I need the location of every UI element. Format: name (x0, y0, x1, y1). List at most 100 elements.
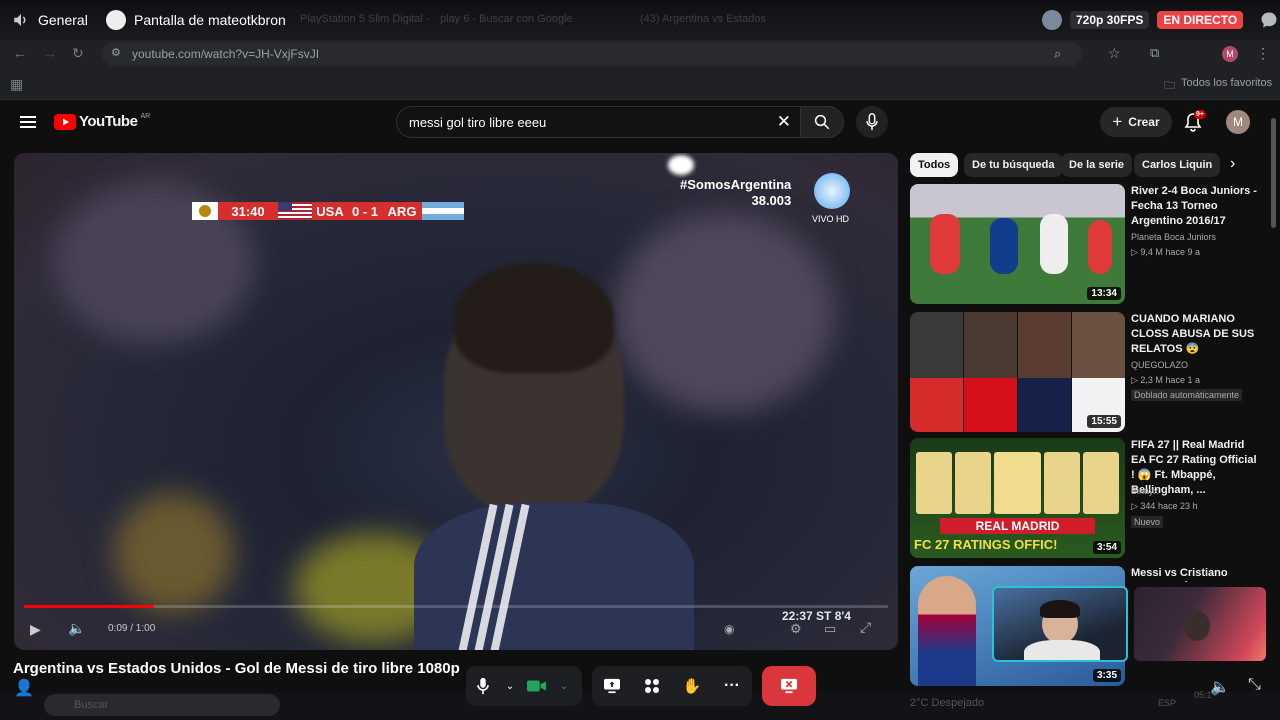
chip-de-tu-busqueda[interactable]: De tu búsqueda (964, 153, 1063, 177)
home-team: USA (312, 202, 348, 220)
browser-menu-icon[interactable]: ⋮ (1256, 45, 1270, 62)
voice-channel-name: General (38, 12, 88, 28)
mute-button[interactable] (466, 666, 500, 706)
exit-fullscreen-icon[interactable]: ⤡ (1248, 676, 1261, 694)
video-title: Argentina vs Estados Unidos - Gol de Mes… (13, 660, 460, 677)
back-icon[interactable]: ← (13, 45, 27, 61)
chip-de-la-serie[interactable]: De la serie (1061, 153, 1133, 177)
video-duration: 15:55 (1087, 415, 1121, 428)
thumb-figure (990, 218, 1018, 274)
quality-badge: 720p 30FPS (1070, 11, 1150, 29)
hashtag: #SomosArgentina (680, 177, 792, 192)
more-options-button[interactable]: ··· (712, 666, 752, 706)
soundboard-button[interactable]: ✋ (672, 666, 712, 706)
page-scrollbar[interactable] (1271, 118, 1276, 228)
stream-title-text: Pantalla de mateotkbron (134, 12, 286, 28)
account-avatar[interactable]: M (1226, 110, 1250, 134)
chrome-tab[interactable]: (43) Argentina vs Estados (640, 8, 766, 30)
rec-title[interactable]: Messi vs Cristiano Ronaldo: Éxitos, Bata… (1131, 566, 1259, 582)
settings-gear-icon[interactable]: ⚙ (790, 621, 802, 637)
streamer-avatar (106, 10, 126, 30)
chat-bubble-icon[interactable] (1259, 10, 1279, 30)
extensions-icon[interactable]: ⧉ (1150, 45, 1159, 61)
hamburger-menu-icon[interactable] (20, 115, 36, 129)
mic-options-button[interactable]: ⌄ (500, 666, 520, 706)
leave-call-button[interactable] (762, 666, 816, 706)
taskbar-search-label: Buscar (74, 699, 109, 711)
youtube-logo[interactable]: YouTube AR (54, 113, 150, 130)
site-info-icon[interactable]: ⚙ (111, 46, 121, 59)
all-bookmarks[interactable]: 🗀 Todos los favoritos (1164, 77, 1272, 96)
rec-channel[interactable]: Binayx (1131, 486, 1158, 496)
play-icon[interactable]: ▶ (30, 621, 41, 638)
chip-carlos-liquin[interactable]: Carlos Liquin (1134, 153, 1221, 177)
add-person-icon[interactable]: 👤 (14, 678, 34, 698)
stream-volume-icon[interactable]: 🔈 (1210, 677, 1230, 697)
chrome-tab[interactable]: PlayStation 5 Slim Digital - (300, 8, 430, 30)
activities-icon (645, 679, 659, 693)
thumb-panel (1018, 312, 1072, 432)
rec-title[interactable]: CUANDO MARIANO CLOSS ABUSA DE SUS RELATO… (1131, 312, 1259, 357)
video-thumbnail[interactable]: 15:55 (910, 312, 1125, 432)
region-code: AR (140, 113, 151, 120)
progress-bar[interactable] (24, 605, 888, 608)
taskbar-clock: 05:1 (1194, 690, 1212, 700)
player-hair (454, 263, 614, 373)
fullscreen-icon[interactable]: ⤢ (860, 619, 871, 636)
chrome-tab-label: play 6 - Buscar con Google (440, 13, 573, 25)
taskbar-search[interactable]: Buscar (44, 694, 280, 716)
voice-channel[interactable]: General (12, 0, 88, 40)
chip-todos[interactable]: Todos (910, 153, 959, 177)
viewer-avatar (1042, 10, 1062, 30)
video-thumbnail[interactable]: REAL MADRID FC 27 RATINGS OFFIC! 3:54 (910, 438, 1125, 558)
video-thumbnail[interactable]: 13:34 (910, 184, 1125, 304)
create-button[interactable]: + Crear (1100, 107, 1172, 137)
chrome-tab[interactable]: play 6 - Buscar con Google (440, 8, 573, 30)
theater-mode-icon[interactable]: ▭ (824, 621, 836, 637)
camera-options-button[interactable]: ⌄ (554, 666, 574, 706)
url-text: youtube.com/watch?v=JH-VxjFsvJI (132, 47, 320, 61)
thumb-caption: FC 27 RATINGS OFFIC! (914, 537, 1058, 552)
volume-icon[interactable]: 🔈 (68, 620, 85, 637)
webcam-tile[interactable] (1134, 587, 1266, 661)
apps-grid-icon[interactable]: ▦ (10, 76, 23, 93)
activities-button[interactable] (632, 666, 672, 706)
search-input[interactable]: messi gol tiro libre eeeu ✕ (396, 106, 804, 138)
profile-avatar[interactable]: M (1222, 46, 1238, 62)
clear-search-icon[interactable]: ✕ (777, 112, 791, 132)
rec-title[interactable]: River 2-4 Boca Juniors - Fecha 13 Torneo… (1131, 184, 1259, 229)
viewer-count: 38.003 (751, 193, 792, 208)
forward-icon[interactable]: → (43, 45, 57, 61)
bookmark-star-icon[interactable]: ☆ (1108, 45, 1121, 62)
plus-icon: + (1112, 112, 1123, 131)
search-button[interactable] (800, 106, 844, 138)
usa-flag-icon (278, 202, 312, 220)
rec-channel[interactable]: Planeta Boca Juniors (1131, 232, 1216, 242)
video-player[interactable]: #SomosArgentina 38.003 VIVO HD 22:37 ST … (14, 153, 898, 650)
notifications-button[interactable]: 9+ (1184, 110, 1206, 137)
autoplay-toggle-icon[interactable]: ◉ (724, 622, 734, 636)
rec-channel[interactable]: QUEGOLAZO (1131, 360, 1188, 370)
camera-button[interactable] (520, 666, 554, 706)
recommendation-item[interactable]: 13:34 River 2-4 Boca Juniors - Fecha 13 … (910, 184, 1270, 304)
voice-search-button[interactable] (856, 106, 888, 138)
thumb-figure (1040, 214, 1068, 274)
create-label: Crear (1128, 115, 1160, 129)
tournament-logo-icon (192, 202, 218, 220)
address-bar[interactable]: ⚙ youtube.com/watch?v=JH-VxjFsvJI (102, 42, 1082, 66)
chips-next-icon[interactable]: › (1230, 155, 1235, 173)
call-actions-group: ✋ ··· (592, 666, 752, 706)
recommendation-item[interactable]: 15:55 CUANDO MARIANO CLOSS ABUSA DE SUS … (910, 312, 1270, 432)
reload-icon[interactable]: ↻ (72, 45, 84, 62)
thumb-banner: REAL MADRID (940, 518, 1095, 534)
recommendation-item[interactable]: REAL MADRID FC 27 RATINGS OFFIC! 3:54 FI… (910, 438, 1270, 558)
video-duration: 3:54 (1092, 541, 1121, 554)
webcam-tile-active[interactable] (992, 586, 1128, 662)
away-team: ARG (382, 202, 422, 220)
zoom-icon[interactable]: ⌕ (1054, 46, 1061, 62)
screen-share-button[interactable] (592, 666, 632, 706)
youtube-wordmark: YouTube (79, 113, 138, 130)
folder-icon: 🗀 (1164, 80, 1175, 92)
chrome-tab-label: (43) Argentina vs Estados (640, 13, 766, 25)
thumb-figure (930, 214, 960, 274)
